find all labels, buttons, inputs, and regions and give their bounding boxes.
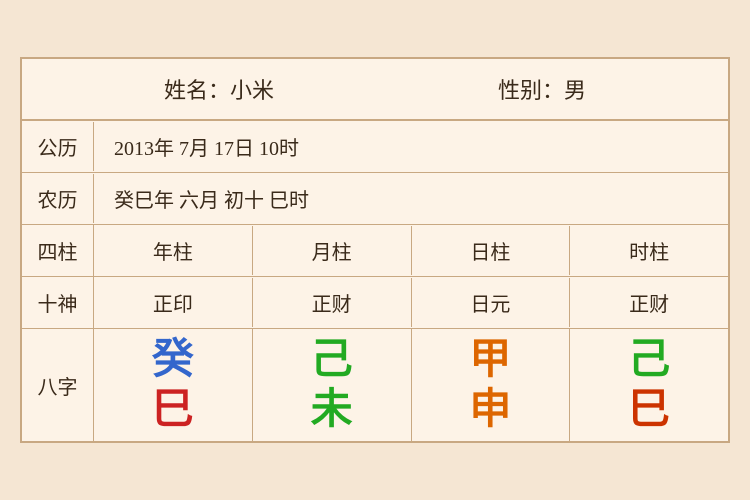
shishen-month: 正财: [253, 278, 412, 327]
col-year-header: 年柱: [94, 226, 253, 275]
lunar-row: 农历 癸巳年 六月 初十 巳时: [22, 173, 728, 225]
shishen-label: 十神: [22, 277, 94, 328]
solar-content: 2013年 7月 17日 10时: [94, 122, 728, 171]
gender-label: 性别：男: [498, 73, 586, 105]
bazi-day-bottom: 申: [469, 387, 511, 433]
bazi-day: 甲 申: [412, 329, 571, 441]
bazi-month-top: 己: [311, 337, 353, 383]
solar-row: 公历 2013年 7月 17日 10时: [22, 121, 728, 173]
col-month-header: 月柱: [253, 226, 412, 275]
name-label: 姓名：小米: [164, 73, 274, 105]
bazi-year-top: 癸: [152, 337, 194, 383]
header-row: 姓名：小米 性别：男: [22, 59, 728, 121]
bazi-label: 八字: [22, 329, 94, 441]
col-day-header: 日柱: [412, 226, 571, 275]
shishen-year: 正印: [94, 278, 253, 327]
shishen-row: 十神 正印 正财 日元 正财: [22, 277, 728, 329]
pillar-header-row: 四柱 年柱 月柱 日柱 时柱: [22, 225, 728, 277]
shishen-hour: 正财: [570, 278, 728, 327]
shishen-day: 日元: [412, 278, 571, 327]
main-container: 姓名：小米 性别：男 公历 2013年 7月 17日 10时 农历 癸巳年 六月…: [20, 57, 730, 443]
solar-label: 公历: [22, 122, 94, 171]
bazi-month-bottom: 未: [311, 387, 353, 433]
bazi-row: 八字 癸 巳 己 未 甲 申 己 巳: [22, 329, 728, 441]
bazi-day-top: 甲: [469, 337, 511, 383]
bazi-hour-top: 己: [628, 337, 670, 383]
bazi-month: 己 未: [253, 329, 412, 441]
bazi-hour-bottom: 巳: [628, 387, 670, 433]
bazi-year: 癸 巳: [94, 329, 253, 441]
bazi-hour: 己 巳: [570, 329, 728, 441]
sizhu-label: 四柱: [22, 225, 94, 276]
col-hour-header: 时柱: [570, 226, 728, 275]
lunar-label: 农历: [22, 174, 94, 223]
bazi-year-bottom: 巳: [152, 387, 194, 433]
lunar-content: 癸巳年 六月 初十 巳时: [94, 174, 728, 223]
